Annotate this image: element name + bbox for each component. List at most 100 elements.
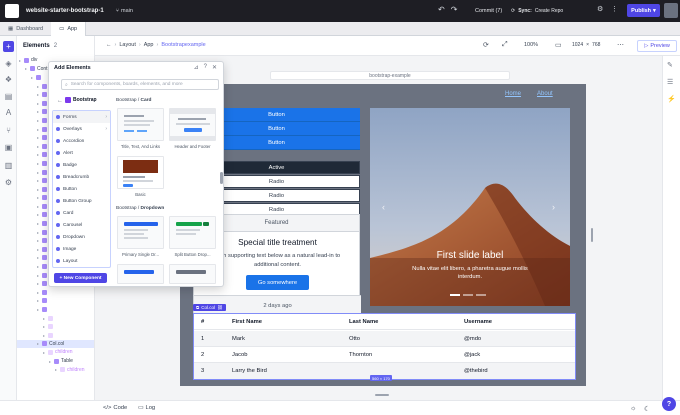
data-table[interactable]: # First Name Last Name Username 1 Mark O… [193,313,576,380]
tab-dashboard[interactable]: ▦ Dashboard [0,22,51,36]
sun-icon[interactable]: ☼ [630,405,636,412]
carousel-indicator[interactable] [463,294,473,296]
table-row[interactable]: 2 Jacob Thornton @jack [194,347,575,363]
typography-icon[interactable]: A [3,107,14,118]
carousel[interactable]: ‹ › First slide label Nulla vitae elit l… [370,108,570,306]
category-item[interactable]: Carousel [53,219,110,231]
carousel-indicator[interactable] [476,294,486,296]
card-thumb-dropdown[interactable] [169,264,216,284]
carousel-indicator[interactable] [450,294,460,296]
breadcrumb-item-current[interactable]: Bootstrapexample [161,42,205,48]
more-icon[interactable]: ⋮ [611,5,618,13]
lightning-icon[interactable]: ⚡ [667,95,676,103]
settings-icon[interactable]: ⚙ [3,177,14,188]
back-icon[interactable]: ← [57,98,63,104]
folder-icon[interactable]: ▤ [3,91,14,102]
layers-icon[interactable]: ◈ [3,58,14,69]
undo-icon[interactable]: ↶ [438,5,445,14]
publish-button[interactable]: Publish ▾ [627,4,660,17]
log-button[interactable]: ▭ Log [138,405,155,411]
redo-icon[interactable]: ↷ [451,5,458,14]
category-item[interactable]: Dropdown [53,231,110,243]
category-item[interactable]: Breadcrumb [53,171,110,183]
category-item[interactable]: Layout [53,255,110,267]
database-icon[interactable]: ▥ [3,160,14,171]
tree-node[interactable]: ▸ Col.col [17,339,94,349]
avatar[interactable] [664,3,678,18]
components-icon[interactable]: ❖ [3,74,14,85]
code-button[interactable]: </> Code [103,405,127,411]
table-cell: Larry the Bird [232,368,267,374]
refresh-icon[interactable]: ⟳ [483,41,489,49]
new-component-button[interactable]: + New Component [54,273,107,283]
more-icon[interactable]: ⋯ [617,41,624,49]
assets-icon[interactable]: ▣ [3,142,14,153]
git-icon[interactable]: ⑂ [3,125,14,136]
library-name[interactable]: Bootstrap [65,97,97,103]
section-prefix: Bootstrap / [116,98,141,103]
fit-icon[interactable]: ⤢ [502,41,508,49]
sync-label: Sync: [518,8,532,14]
card-thumb-basic[interactable] [117,156,164,189]
card-thumb-primary-single-dropdown[interactable] [117,216,164,249]
category-item[interactable]: Forms › [53,111,110,123]
card-thumb-title-text-links[interactable] [117,108,164,141]
canvas-horizontal-scrollbar[interactable] [375,394,389,396]
tree-node[interactable]: ▸ [17,331,94,340]
app-logo[interactable] [5,4,19,18]
category-item[interactable]: Badge [53,159,110,171]
help-icon[interactable]: ? [204,64,207,71]
nav-link-about[interactable]: About [537,91,553,97]
card-thumb-split-button-dropdown[interactable] [169,216,216,249]
category-item[interactable]: Alert [53,147,110,159]
canvas-vertical-scrollbar[interactable] [591,228,593,242]
category-item[interactable]: Button [53,183,110,195]
tree-node[interactable]: ▸ [17,288,94,297]
moon-icon[interactable]: ☾ [644,405,650,413]
carousel-next-icon[interactable]: › [552,202,555,212]
branch-selector[interactable]: ⑂ main [116,8,133,14]
device-icon[interactable]: ▭ [555,41,562,49]
card-thumb-dropdown[interactable] [117,264,164,284]
nav-link-home[interactable]: Home [505,91,521,97]
component-search-input[interactable]: ⌕ Search for components, boards, element… [61,79,219,90]
preview-button[interactable]: ▷ Preview [637,40,677,52]
brush-icon[interactable]: ✎ [667,61,673,69]
tree-node[interactable]: ▸ children [17,348,94,357]
viewport-height[interactable]: 768 [592,42,600,48]
carousel-prev-icon[interactable]: ‹ [382,202,385,212]
tree-node[interactable]: ▸ children [17,365,94,374]
go-somewhere-button[interactable]: Go somewhere [246,275,309,290]
help-button[interactable]: ? [662,397,676,411]
category-item[interactable]: Accordion [53,135,110,147]
category-item[interactable]: Card [53,207,110,219]
card-thumb-header-footer[interactable] [169,108,216,141]
sync-button[interactable]: ⟳ Sync: Create Repo [507,4,567,18]
back-icon[interactable]: ← [106,42,112,48]
category-item[interactable]: Button Group [53,195,110,207]
library-label: Bootstrap [73,97,97,103]
add-element-icon[interactable]: + [3,41,14,52]
project-name[interactable]: website-starter-bootstrap-1 [26,8,104,14]
tree-node[interactable]: ▸ [17,322,94,331]
zoom-level[interactable]: 100% [524,42,538,48]
settings-icon[interactable]: ⚙ [597,5,603,13]
pin-icon[interactable]: ⊿ [194,64,199,71]
table-row[interactable]: 1 Mark Otto @mdo [194,331,575,347]
selected-element-chip[interactable]: ⧉ Col.col ⛓ [193,304,226,311]
breadcrumb-item-app[interactable]: App [144,42,154,48]
tree-node[interactable]: ▸ [17,305,94,314]
tree-node[interactable]: ▸ [17,297,94,306]
category-item[interactable]: Image [53,243,110,255]
tree-node[interactable]: ▸ [17,314,94,323]
breadcrumb-item-layout[interactable]: Layout [119,42,136,48]
category-item[interactable]: Overlays › [53,123,110,135]
viewport-width[interactable]: 1024 [572,42,583,48]
tree-node[interactable]: ▸ Table [17,357,94,366]
commit-button[interactable]: Commit (7) [467,4,510,18]
close-icon[interactable]: ✕ [212,64,217,71]
viewport-size[interactable]: 1024 × 768 [572,42,600,48]
properties-icon[interactable]: ☰ [667,78,673,86]
gallery-scrollbar[interactable] [220,172,223,184]
tab-app[interactable]: ▭ App [51,22,87,36]
